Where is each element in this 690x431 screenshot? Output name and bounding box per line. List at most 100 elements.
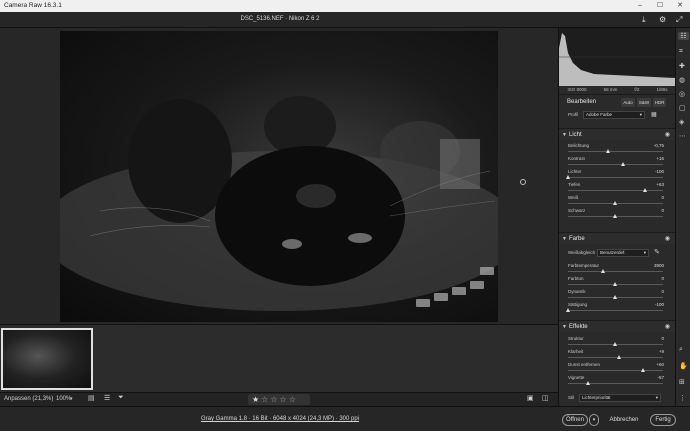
- red-eye-icon[interactable]: ◎: [679, 90, 685, 98]
- open-options-chevron-icon[interactable]: ▾: [589, 414, 599, 426]
- slider-track[interactable]: [568, 151, 663, 152]
- slider-value[interactable]: +9: [659, 349, 664, 354]
- slider-handle[interactable]: [601, 269, 606, 273]
- star-icon[interactable]: ★: [252, 394, 259, 405]
- sort-icon[interactable]: ☰: [104, 394, 110, 402]
- slider-value[interactable]: 3900: [654, 263, 664, 268]
- slider-handle[interactable]: [617, 355, 622, 359]
- slider-row[interactable]: Farbton 0: [559, 276, 675, 289]
- slider-track[interactable]: [568, 383, 663, 384]
- slider-value[interactable]: -57: [657, 375, 664, 380]
- star-icon[interactable]: ☆: [280, 394, 287, 405]
- slider-track[interactable]: [568, 310, 663, 311]
- section-farbe[interactable]: ▼ Farbe ◉: [559, 232, 675, 244]
- workflow-options-link[interactable]: Gray Gamma 1.8 · 16 Bit · 6048 x 4024 (2…: [0, 416, 560, 422]
- healing-icon[interactable]: ✚: [679, 62, 685, 70]
- save-icon[interactable]: ⤓: [642, 15, 646, 25]
- slider-row[interactable]: Farbtemperatur 3900: [559, 263, 675, 276]
- zoom-tool-icon[interactable]: ⌕: [679, 346, 683, 354]
- slider-track[interactable]: [568, 190, 663, 191]
- section-licht[interactable]: ▼ Licht ◉: [559, 128, 675, 140]
- slider-value[interactable]: +16: [656, 156, 664, 161]
- presets-icon[interactable]: ◈: [679, 118, 684, 126]
- profile-select[interactable]: Adobe Farbe ▾: [583, 111, 645, 119]
- filter-icon[interactable]: ⏷: [118, 394, 124, 402]
- auto-button[interactable]: Auto: [621, 98, 635, 107]
- profile-browser-icon[interactable]: ▦: [651, 111, 657, 118]
- slider-handle[interactable]: [613, 282, 617, 286]
- slider-handle[interactable]: [613, 342, 617, 346]
- style-select[interactable]: Lichterpriorität ▾: [579, 394, 661, 402]
- star-icon[interactable]: ☆: [270, 394, 277, 405]
- slider-handle[interactable]: [613, 201, 617, 205]
- eyedropper-icon[interactable]: ✎: [654, 248, 660, 256]
- slider-track[interactable]: [568, 164, 663, 165]
- slider-handle[interactable]: [613, 295, 617, 299]
- slider-handle[interactable]: [605, 149, 610, 153]
- slider-track[interactable]: [568, 357, 663, 358]
- slider-value[interactable]: 0: [661, 195, 664, 200]
- cancel-button[interactable]: Abbrechen: [606, 414, 642, 426]
- minimize-icon[interactable]: –: [630, 0, 650, 12]
- slider-value[interactable]: 0: [661, 289, 664, 294]
- slider-row[interactable]: Dynamik 0: [559, 289, 675, 302]
- slider-value[interactable]: 0: [661, 276, 664, 281]
- toggle-grid-icon[interactable]: ⋮: [679, 394, 686, 402]
- slider-handle[interactable]: [566, 175, 570, 179]
- slider-row[interactable]: Vignette -57: [559, 375, 675, 388]
- slider-value[interactable]: 0: [661, 336, 664, 341]
- fullscreen-icon[interactable]: ⤢: [676, 15, 682, 25]
- done-button[interactable]: Fertig: [650, 414, 676, 426]
- slider-row[interactable]: Weiß 0: [559, 195, 675, 208]
- slider-handle[interactable]: [586, 381, 591, 385]
- single-view-icon[interactable]: ▣: [527, 394, 534, 402]
- slider-handle[interactable]: [641, 368, 646, 372]
- slider-handle[interactable]: [613, 214, 617, 218]
- slider-value[interactable]: +63: [656, 182, 664, 187]
- slider-track[interactable]: [568, 370, 663, 371]
- crop-icon[interactable]: ⌗: [679, 48, 683, 56]
- slider-row[interactable]: Schwarz 0: [559, 208, 675, 221]
- eye-icon[interactable]: ◉: [665, 235, 670, 242]
- slider-row[interactable]: Sättigung -100: [559, 302, 675, 315]
- compare-view-icon[interactable]: ◫: [542, 394, 549, 402]
- maximize-icon[interactable]: ☐: [650, 0, 670, 12]
- star-icon[interactable]: ☆: [261, 394, 268, 405]
- slider-value[interactable]: -100: [655, 169, 664, 174]
- hand-tool-icon[interactable]: ✋: [679, 362, 688, 370]
- slider-track[interactable]: [568, 271, 663, 272]
- edit-sliders-icon[interactable]: ☷: [678, 32, 689, 40]
- white-balance-select[interactable]: Benutzerdef. ▾: [597, 249, 649, 257]
- slider-handle[interactable]: [620, 162, 625, 166]
- photo-preview[interactable]: [60, 31, 498, 322]
- slider-handle[interactable]: [566, 308, 570, 312]
- bw-button[interactable]: S&W: [637, 98, 651, 107]
- filmstrip-thumbnail[interactable]: [1, 328, 93, 390]
- filmstrip-view-icon[interactable]: ▤: [88, 394, 95, 402]
- zoom-fit-label[interactable]: Anpassen (21,3%): [4, 396, 53, 402]
- slider-row[interactable]: Belichtung -0,75: [559, 143, 675, 156]
- slider-row[interactable]: Struktur 0: [559, 336, 675, 349]
- more-icon[interactable]: ⋯: [679, 132, 686, 140]
- hdr-button[interactable]: HDR: [653, 98, 666, 107]
- slider-value[interactable]: -100: [655, 302, 664, 307]
- slider-row[interactable]: Dunst entfernen +60: [559, 362, 675, 375]
- slider-track[interactable]: [568, 177, 663, 178]
- slider-value[interactable]: 0: [661, 208, 664, 213]
- toggle-sampler-icon[interactable]: ⊞: [679, 378, 685, 386]
- close-icon[interactable]: ✕: [670, 0, 690, 12]
- slider-row[interactable]: Tiefen +63: [559, 182, 675, 195]
- image-canvas[interactable]: [0, 28, 558, 324]
- star-rating[interactable]: ★ ☆ ☆ ☆ ☆: [248, 394, 310, 405]
- slider-handle[interactable]: [642, 188, 647, 192]
- star-icon[interactable]: ☆: [289, 394, 296, 405]
- slider-value[interactable]: +60: [656, 362, 664, 367]
- zoom-dropdown-chevron-icon[interactable]: ▾: [70, 396, 73, 402]
- gear-icon[interactable]: ⚙: [659, 15, 666, 24]
- mask-icon[interactable]: ◍: [679, 76, 685, 84]
- snapshots-icon[interactable]: ▢: [679, 104, 686, 112]
- open-button[interactable]: Öffnen: [562, 414, 588, 426]
- slider-row[interactable]: Klarheit +9: [559, 349, 675, 362]
- slider-value[interactable]: -0,75: [654, 143, 664, 148]
- slider-row[interactable]: Lichter -100: [559, 169, 675, 182]
